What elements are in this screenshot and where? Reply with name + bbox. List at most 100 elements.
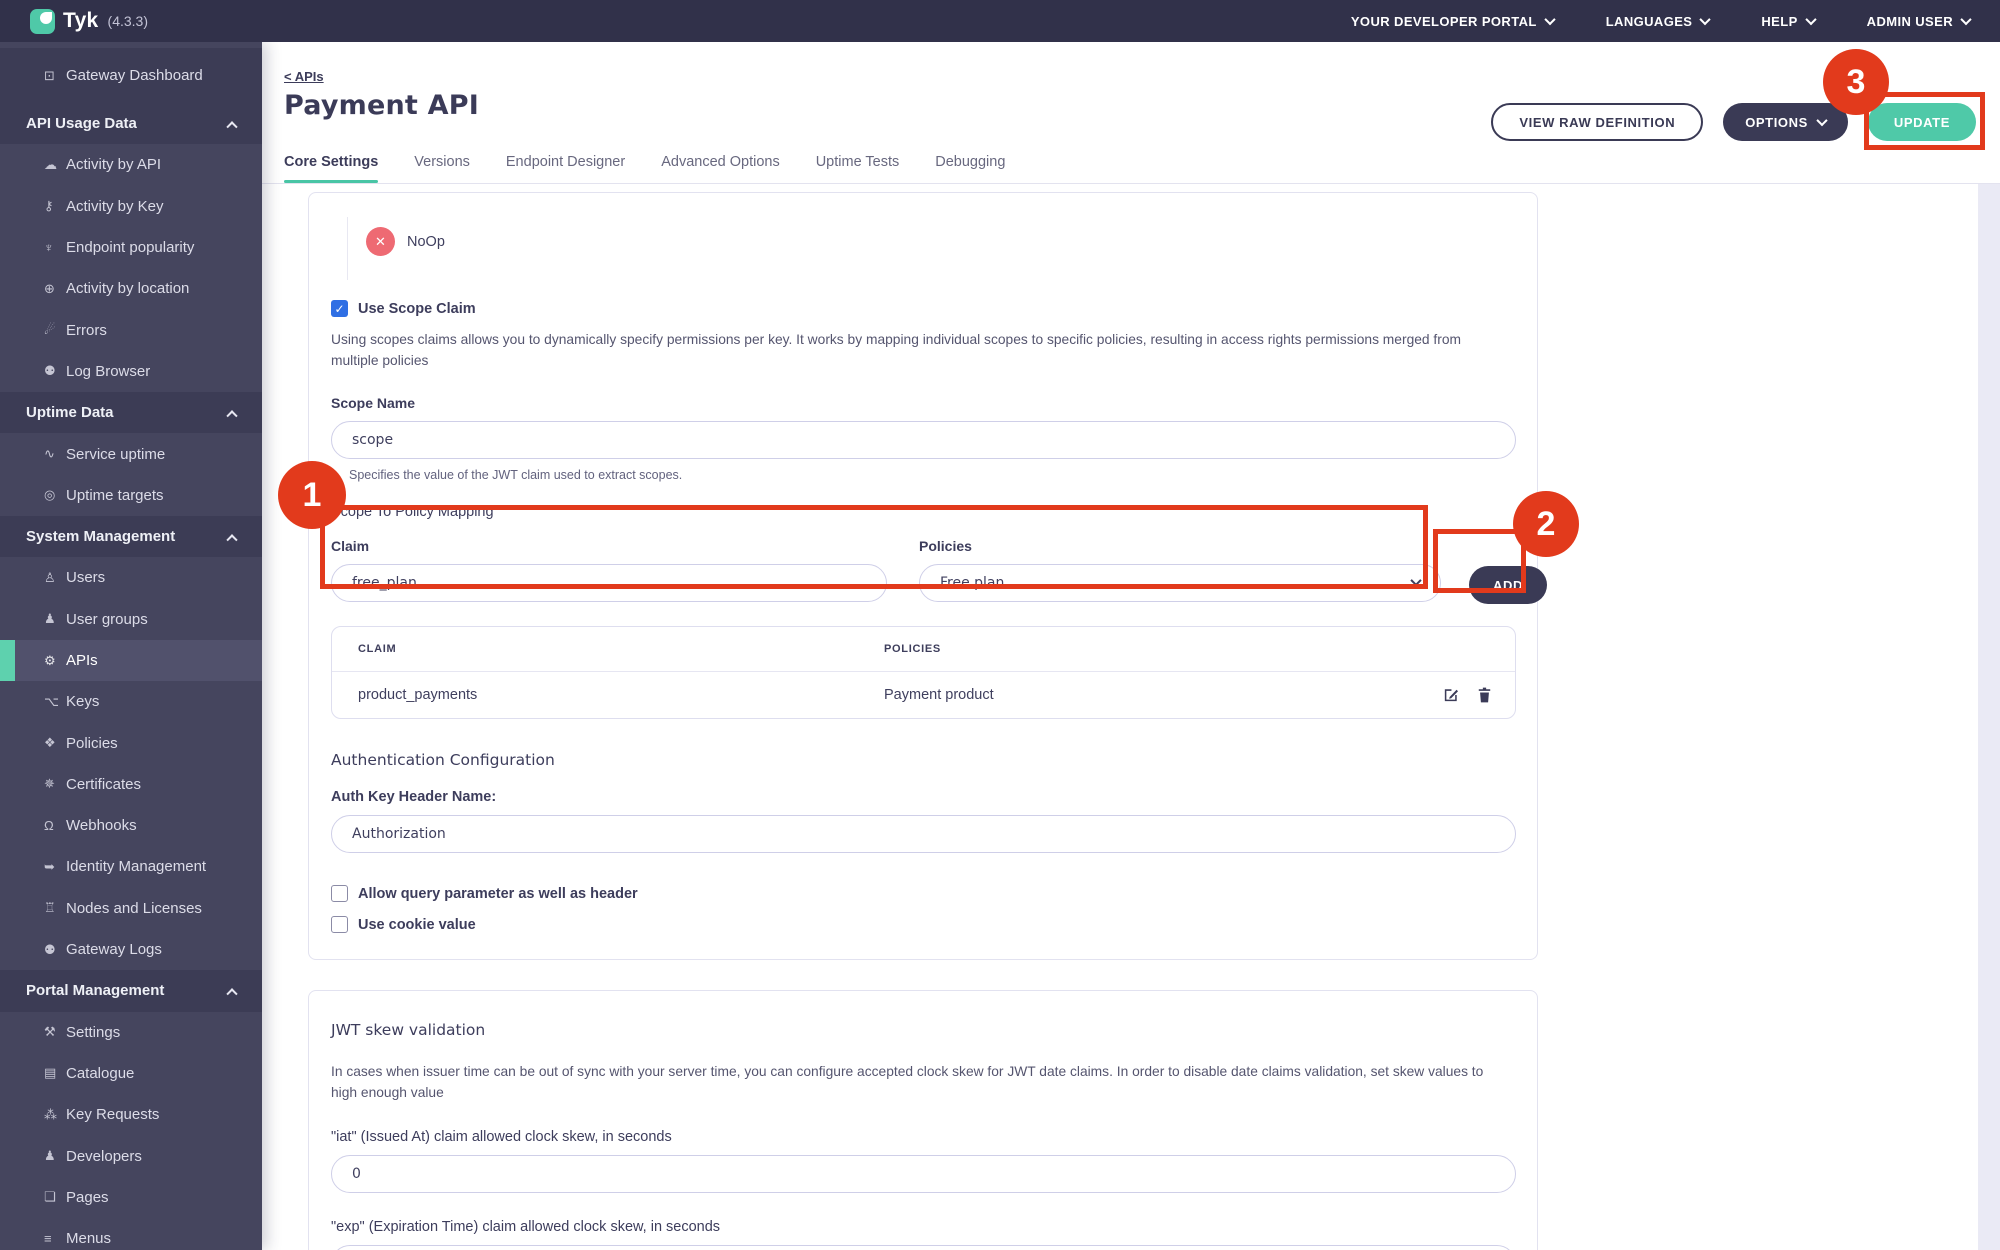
sidebar-item-users[interactable]: ♙Users <box>0 557 262 598</box>
topnav-item-help[interactable]: HELP <box>1761 14 1814 29</box>
sidebar-section-label: Uptime Data <box>26 404 114 421</box>
chevron-down-icon <box>1544 14 1555 25</box>
sidebar-item-label: Policies <box>66 735 118 752</box>
auth-key-header-name-label: Auth Key Header Name: <box>331 789 1515 805</box>
exp-claim-input[interactable]: 0 <box>331 1245 1516 1250</box>
sidebar-item-keys[interactable]: ⌥Keys <box>0 681 262 722</box>
chevron-down-icon <box>1700 14 1711 25</box>
topnav-item-languages[interactable]: LANGUAGES <box>1606 14 1710 29</box>
sidebar-item-label: Errors <box>66 322 107 339</box>
noop-label: NoOp <box>407 234 445 250</box>
sidebar-item-apis[interactable]: ⚙APIs <box>0 640 262 681</box>
sidebar-item-policies[interactable]: ❖Policies <box>0 722 262 763</box>
sidebar-item-errors[interactable]: ☄Errors <box>0 309 262 350</box>
claim-input[interactable]: free_plan <box>331 564 887 602</box>
update-button[interactable]: UPDATE <box>1868 103 1976 141</box>
view-raw-definition-button[interactable]: VIEW RAW DEFINITION <box>1491 103 1703 141</box>
policies-select-value: Free plan <box>940 575 1004 591</box>
auth-key-header-input[interactable]: Authorization <box>331 815 1516 853</box>
scope-name-input[interactable]: scope <box>331 421 1516 459</box>
trash-icon[interactable] <box>1476 686 1493 704</box>
use-cookie-value-label: Use cookie value <box>358 917 476 933</box>
fork-icon: ♆ <box>44 240 66 255</box>
tab-uptime-tests[interactable]: Uptime Tests <box>816 154 900 183</box>
sidebar-item-nodes-and-licenses[interactable]: ♖Nodes and Licenses <box>0 888 262 929</box>
scrollbar-track[interactable] <box>1978 42 2000 1250</box>
sidebar-item-label: Users <box>66 569 105 586</box>
table-row: product_payments Payment product <box>332 672 1515 718</box>
sidebar-section-system-management[interactable]: System Management <box>0 516 262 557</box>
wrench-icon: ⚒ <box>44 1024 66 1040</box>
topnav-item-admin-user[interactable]: ADMIN USER <box>1867 14 1970 29</box>
allow-query-parameter-checkbox[interactable] <box>331 885 348 902</box>
tab-advanced-options[interactable]: Advanced Options <box>661 154 780 183</box>
sidebar-item-uptime-targets[interactable]: ◎Uptime targets <box>0 475 262 516</box>
topnav-item-your-developer-portal[interactable]: YOUR DEVELOPER PORTAL <box>1351 14 1554 29</box>
sidebar-item-user-groups[interactable]: ♟User groups <box>0 599 262 640</box>
breadcrumb[interactable]: < APIs <box>284 69 324 84</box>
jwt-skew-description: In cases when issuer time can be out of … <box>331 1061 1501 1103</box>
allow-query-parameter-checkbox-row[interactable]: Allow query parameter as well as header <box>331 885 1515 902</box>
sidebar-section-api-usage-data[interactable]: API Usage Data <box>0 103 262 144</box>
pulse-icon: ∿ <box>44 446 66 462</box>
use-scope-claim-checkbox[interactable]: ✓ <box>331 300 348 317</box>
sidebar-item-label: Activity by Key <box>66 198 164 215</box>
chevron-up-icon <box>226 410 237 421</box>
main-header: < APIs Payment API VIEW RAW DEFINITION O… <box>262 42 2000 184</box>
policies-select[interactable]: Free plan <box>919 564 1441 602</box>
monitor-icon: ⊡ <box>44 68 66 84</box>
sidebar-item-webhooks[interactable]: ΩWebhooks <box>0 805 262 846</box>
sidebar-item-settings[interactable]: ⚒Settings <box>0 1012 262 1053</box>
page: Tyk (4.3.3) YOUR DEVELOPER PORTALLANGUAG… <box>0 0 2000 1250</box>
add-button[interactable]: ADD <box>1469 566 1547 604</box>
tab-debugging[interactable]: Debugging <box>935 154 1005 183</box>
bell-icon: Ω <box>44 818 66 833</box>
tyk-logo-icon[interactable] <box>30 9 55 34</box>
use-cookie-value-checkbox[interactable] <box>331 916 348 933</box>
sidebar-item-certificates[interactable]: ✵Certificates <box>0 764 262 805</box>
sidebar-section-portal-management[interactable]: Portal Management <box>0 970 262 1011</box>
sidebar-section-uptime-data[interactable]: Uptime Data <box>0 392 262 433</box>
users-icon: ♟ <box>44 611 66 627</box>
options-button[interactable]: OPTIONS <box>1723 103 1848 141</box>
sidebar-item-catalogue[interactable]: ▤Catalogue <box>0 1053 262 1094</box>
brand-name: Tyk <box>63 9 99 33</box>
sidebar-item-label: Activity by location <box>66 280 189 297</box>
use-scope-claim-checkbox-row[interactable]: ✓ Use Scope Claim <box>331 300 1515 317</box>
sidebar-item-key-requests[interactable]: ⁂Key Requests <box>0 1094 262 1135</box>
sidebar-item-endpoint-popularity[interactable]: ♆Endpoint popularity <box>0 227 262 268</box>
topnav-item-label: LANGUAGES <box>1606 14 1693 29</box>
iat-claim-input[interactable]: 0 <box>331 1155 1516 1193</box>
topnav-item-label: YOUR DEVELOPER PORTAL <box>1351 14 1537 29</box>
tab-versions[interactable]: Versions <box>414 154 470 183</box>
tab-core-settings[interactable]: Core Settings <box>284 154 378 183</box>
sidebar-item-gateway-dashboard[interactable]: ⊡Gateway Dashboard <box>0 48 262 103</box>
sidebar-item-identity-management[interactable]: ➥Identity Management <box>0 846 262 887</box>
page-title: Payment API <box>284 90 479 121</box>
sidebar-item-menus[interactable]: ≡Menus <box>0 1218 262 1250</box>
sidebar-item-developers[interactable]: ♟Developers <box>0 1135 262 1176</box>
sidebar-item-log-browser[interactable]: ⚉Log Browser <box>0 351 262 392</box>
sidebar-item-gateway-logs[interactable]: ⚉Gateway Logs <box>0 929 262 970</box>
row-policy-value: Payment product <box>858 687 1405 703</box>
gears-icon: ⚙ <box>44 653 66 669</box>
sidebar-item-service-uptime[interactable]: ∿Service uptime <box>0 433 262 474</box>
user-icon: ♙ <box>44 570 66 586</box>
sidebar-section-label: System Management <box>26 528 175 545</box>
sidebar-item-label: Activity by API <box>66 156 161 173</box>
sidebar-item-activity-by-location[interactable]: ⊕Activity by location <box>0 268 262 309</box>
tab-endpoint-designer[interactable]: Endpoint Designer <box>506 154 625 183</box>
claim-field-group: Claim free_plan <box>331 530 887 602</box>
remove-noop-icon[interactable]: ✕ <box>366 227 395 256</box>
sidebar-item-activity-by-key[interactable]: ⚷Activity by Key <box>0 186 262 227</box>
sidebar-item-label: Certificates <box>66 776 141 793</box>
jwt-skew-validation-heading: JWT skew validation <box>331 1021 1515 1039</box>
sidebar-item-activity-by-api[interactable]: ☁Activity by API <box>0 144 262 185</box>
edit-icon[interactable] <box>1442 686 1460 704</box>
paw-icon: ⁂ <box>44 1107 66 1123</box>
claim-label: Claim <box>331 538 887 554</box>
bank-icon: ♖ <box>44 900 66 916</box>
scope-claim-description: Using scopes claims allows you to dynami… <box>331 329 1501 371</box>
use-cookie-value-checkbox-row[interactable]: Use cookie value <box>331 916 1515 933</box>
sidebar-item-pages[interactable]: ❏Pages <box>0 1177 262 1218</box>
